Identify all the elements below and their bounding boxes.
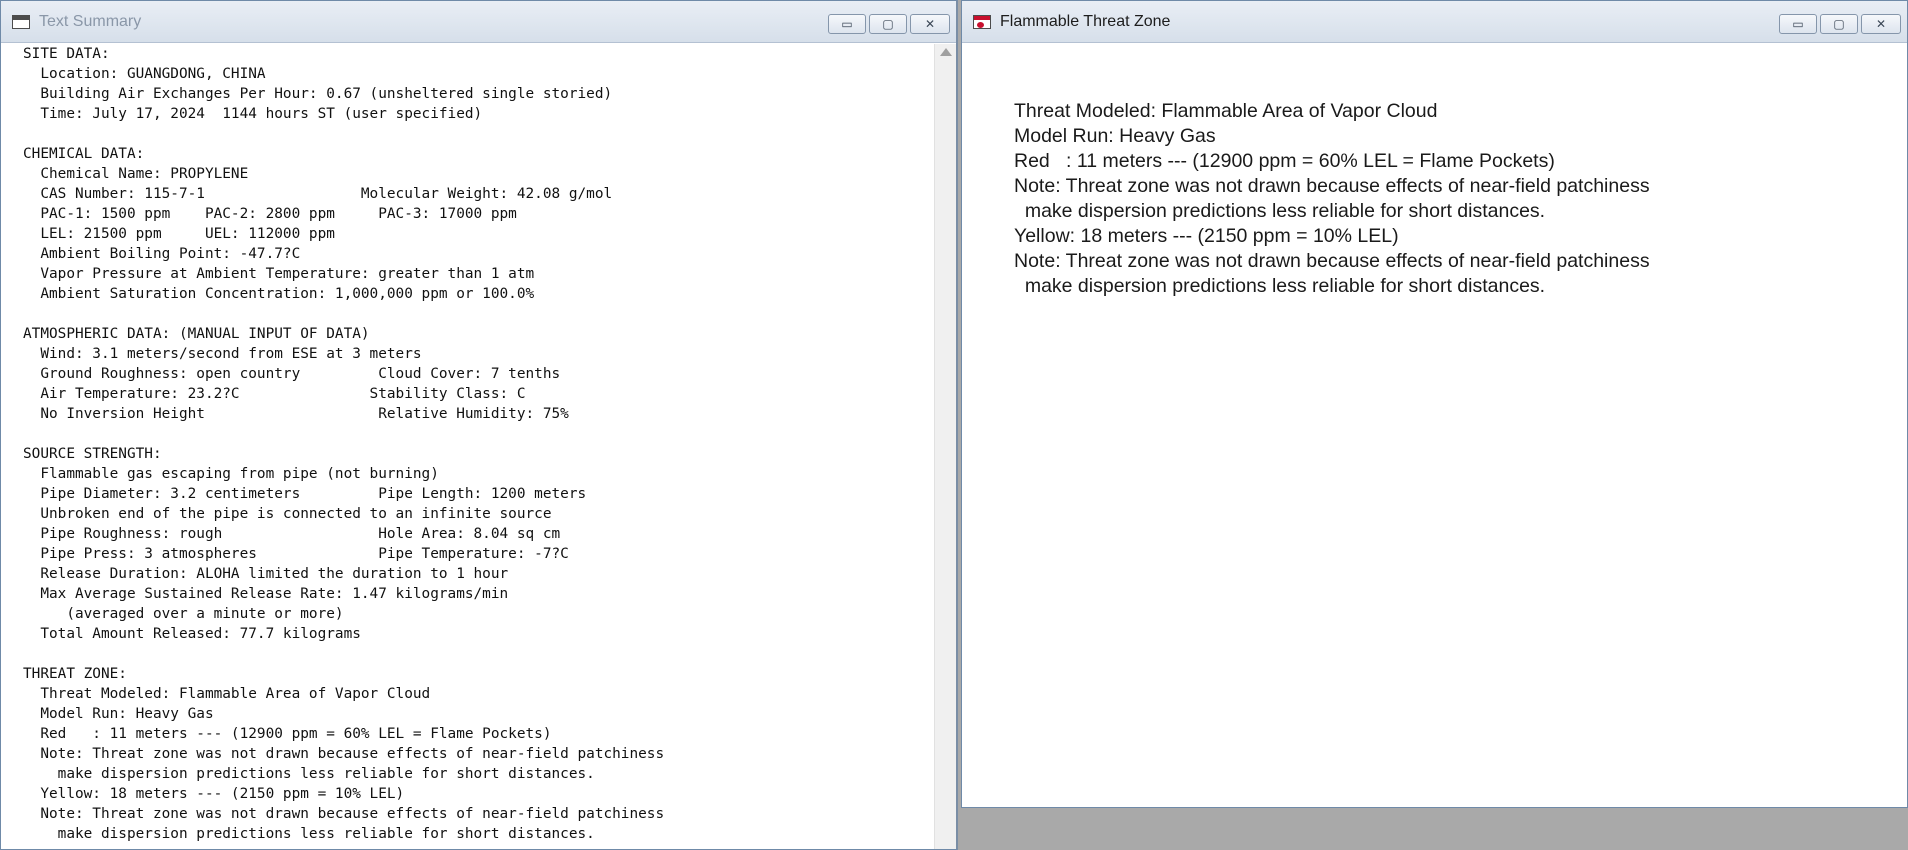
- summary-line: Air Temperature: 23.2?C Stability Class:…: [23, 386, 526, 402]
- threat-line: make dispersion predictions less reliabl…: [1014, 200, 1546, 222]
- close-button[interactable]: ✕: [1861, 14, 1901, 34]
- summary-line: Pipe Roughness: rough Hole Area: 8.04 sq…: [23, 526, 561, 542]
- maximize-button[interactable]: ▢: [1820, 14, 1858, 34]
- summary-line: Building Air Exchanges Per Hour: 0.67 (u…: [23, 86, 613, 102]
- summary-line: THREAT ZONE:: [23, 666, 127, 682]
- summary-line: [23, 424, 933, 444]
- threat-zone-text: Threat Modeled: Flammable Area of Vapor …: [1014, 99, 1650, 299]
- summary-line: CAS Number: 115-7-1 Molecular Weight: 42…: [23, 186, 613, 202]
- summary-line: No Inversion Height Relative Humidity: 7…: [23, 406, 569, 422]
- summary-line: Pipe Press: 3 atmospheres Pipe Temperatu…: [23, 546, 569, 562]
- summary-line: Ambient Saturation Concentration: 1,000,…: [23, 286, 535, 302]
- summary-line: [23, 644, 933, 664]
- summary-line: Red : 11 meters --- (12900 ppm = 60% LEL…: [23, 726, 552, 742]
- summary-line: SITE DATA:: [23, 46, 110, 62]
- threat-line: make dispersion predictions less reliabl…: [1014, 275, 1546, 297]
- summary-line: SOURCE STRENGTH:: [23, 446, 162, 462]
- vertical-scrollbar[interactable]: [934, 44, 956, 849]
- window-title: Text Summary: [39, 13, 142, 30]
- window-controls: ▭ ▢ ✕: [1779, 14, 1901, 34]
- summary-line: Note: Threat zone was not drawn because …: [23, 806, 665, 822]
- threat-line: Note: Threat zone was not drawn because …: [1014, 175, 1650, 197]
- window-controls: ▭ ▢ ✕: [828, 14, 950, 34]
- summary-line: ATMOSPHERIC DATA: (MANUAL INPUT OF DATA): [23, 326, 370, 342]
- maximize-button[interactable]: ▢: [869, 14, 907, 34]
- text-summary-titlebar[interactable]: Text Summary ▭ ▢ ✕: [1, 1, 956, 43]
- summary-line: Location: GUANGDONG, CHINA: [23, 66, 266, 82]
- summary-line: Model Run: Heavy Gas: [23, 706, 214, 722]
- summary-line: Ground Roughness: open country Cloud Cov…: [23, 366, 561, 382]
- minimize-button[interactable]: ▭: [1779, 14, 1817, 34]
- threat-line: Red : 11 meters --- (12900 ppm = 60% LEL…: [1014, 150, 1555, 172]
- summary-line: Chemical Name: PROPYLENE: [23, 166, 249, 182]
- summary-line: Pipe Diameter: 3.2 centimeters Pipe Leng…: [23, 486, 587, 502]
- summary-line: Max Average Sustained Release Rate: 1.47…: [23, 586, 509, 602]
- threat-line: Threat Modeled: Flammable Area of Vapor …: [1014, 100, 1438, 122]
- summary-line: Ambient Boiling Point: -47.7?C: [23, 246, 301, 262]
- summary-line: make dispersion predictions less reliabl…: [23, 826, 595, 842]
- summary-line: Unbroken end of the pipe is connected to…: [23, 506, 552, 522]
- summary-line: PAC-1: 1500 ppm PAC-2: 2800 ppm PAC-3: 1…: [23, 206, 517, 222]
- minimize-button[interactable]: ▭: [828, 14, 866, 34]
- summary-line: Vapor Pressure at Ambient Temperature: g…: [23, 266, 535, 282]
- summary-line: Flammable gas escaping from pipe (not bu…: [23, 466, 439, 482]
- summary-line: Wind: 3.1 meters/second from ESE at 3 me…: [23, 346, 422, 362]
- threat-zone-titlebar[interactable]: Flammable Threat Zone ▭ ▢ ✕: [962, 1, 1907, 43]
- window-app-icon: [12, 15, 30, 29]
- summary-line: [23, 304, 933, 324]
- close-button[interactable]: ✕: [910, 14, 950, 34]
- summary-line: make dispersion predictions less reliabl…: [23, 766, 595, 782]
- summary-line: Note: Threat zone was not drawn because …: [23, 746, 665, 762]
- summary-line: Total Amount Released: 77.7 kilograms: [23, 626, 361, 642]
- flammable-threat-zone-window[interactable]: Flammable Threat Zone ▭ ▢ ✕ Threat Model…: [961, 0, 1908, 808]
- summary-text-area[interactable]: SITE DATA: Location: GUANGDONG, CHINA Bu…: [1, 44, 933, 849]
- scroll-up-arrow-icon[interactable]: [940, 48, 952, 56]
- threat-line: Model Run: Heavy Gas: [1014, 125, 1216, 147]
- threat-zone-app-icon: [973, 15, 991, 29]
- summary-line: Threat Modeled: Flammable Area of Vapor …: [23, 686, 431, 702]
- summary-line: LEL: 21500 ppm UEL: 112000 ppm: [23, 226, 335, 242]
- summary-line: Yellow: 18 meters --- (2150 ppm = 10% LE…: [23, 786, 405, 802]
- threat-line: Note: Threat zone was not drawn because …: [1014, 250, 1650, 272]
- summary-line: Time: July 17, 2024 1144 hours ST (user …: [23, 106, 483, 122]
- summary-line: (averaged over a minute or more): [23, 606, 344, 622]
- summary-line: CHEMICAL DATA:: [23, 146, 145, 162]
- text-summary-window[interactable]: Text Summary ▭ ▢ ✕ SITE DATA: Location: …: [0, 0, 958, 850]
- summary-line: Release Duration: ALOHA limited the dura…: [23, 566, 509, 582]
- threat-line: Yellow: 18 meters --- (2150 ppm = 10% LE…: [1014, 225, 1399, 247]
- summary-line: [23, 124, 933, 144]
- window-title: Flammable Threat Zone: [1000, 13, 1171, 30]
